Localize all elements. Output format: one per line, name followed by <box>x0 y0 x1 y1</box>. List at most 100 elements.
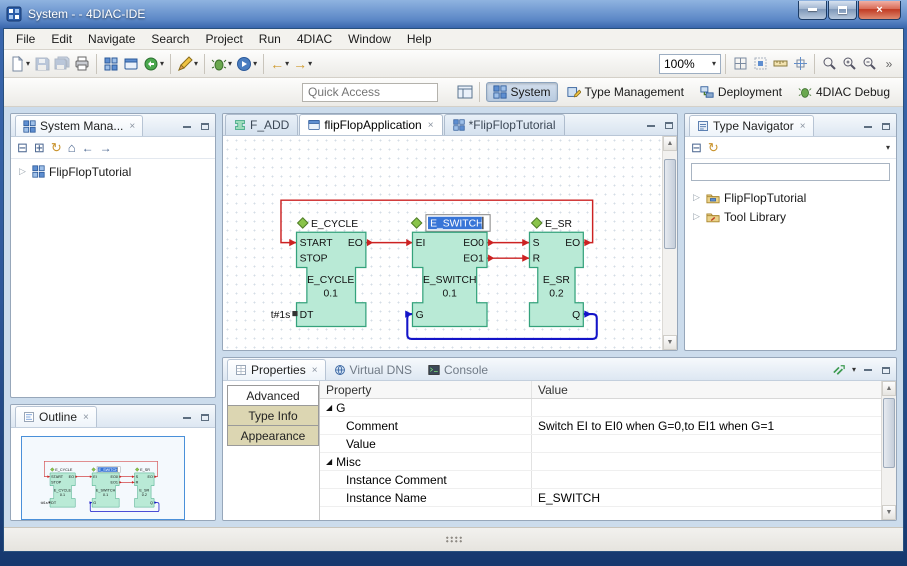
fb-e-switch[interactable]: E_SWITCH EI EO0 EO1 E_SWITCH 0.1 G <box>410 214 491 328</box>
ruler-toggle-button[interactable] <box>770 53 790 75</box>
group-expanded-icon[interactable]: ◢ <box>326 457 332 466</box>
property-value[interactable] <box>532 471 881 488</box>
fbd-editor-canvas[interactable]: E_CYCLE START STOP EO E_CYCLE 0.1 t#1s D… <box>223 136 662 350</box>
fb-e-sr[interactable]: E_SR S R EO E_SR 0.2 Q <box>528 217 584 328</box>
fb-rename-input[interactable]: E_SWITCH <box>425 214 491 232</box>
property-value[interactable] <box>532 399 881 416</box>
property-row-g[interactable]: ◢ G <box>320 399 881 417</box>
port-label[interactable]: R <box>533 253 540 264</box>
expand-arrow-icon[interactable]: ▷ <box>693 192 702 203</box>
scroll-up-button[interactable]: ▲ <box>663 136 677 151</box>
scroll-up-button[interactable]: ▲ <box>882 381 896 396</box>
side-tab-advanced[interactable]: Advanced <box>227 385 319 406</box>
maximize-view-button[interactable] <box>879 121 892 132</box>
tab-outline[interactable]: Outline × <box>15 406 97 427</box>
expand-arrow-icon[interactable]: ▷ <box>19 166 28 177</box>
type-filter-input[interactable] <box>691 163 890 181</box>
close-view-icon[interactable]: × <box>83 412 89 423</box>
property-row-misc[interactable]: ◢ Misc <box>320 453 881 471</box>
outline-viewport[interactable] <box>21 436 185 520</box>
maximize-button[interactable] <box>828 0 857 20</box>
fb-instance-name[interactable]: E_SR <box>545 219 572 230</box>
scroll-track[interactable] <box>663 151 677 335</box>
side-tab-appearance[interactable]: Appearance <box>227 425 319 446</box>
port-label[interactable]: Q <box>572 310 580 321</box>
minimize-view-button[interactable] <box>861 365 874 376</box>
scroll-down-button[interactable]: ▼ <box>882 505 896 520</box>
tab-system-management[interactable]: System Mana... × <box>15 115 144 136</box>
refresh-types-button[interactable]: ▾ <box>141 53 166 75</box>
dt-value-label[interactable]: t#1s <box>271 310 291 321</box>
close-view-icon[interactable]: × <box>312 365 318 376</box>
minimize-button[interactable] <box>798 0 827 20</box>
menu-file[interactable]: File <box>8 30 43 48</box>
scroll-down-button[interactable]: ▼ <box>663 335 677 350</box>
connection-paint-button[interactable]: ▾ <box>175 53 200 75</box>
maximize-view-button[interactable] <box>879 365 892 376</box>
new-wizard-button[interactable]: ▾ <box>8 53 32 75</box>
editor-tab-flipfloptutorial[interactable]: *FlipFlopTutorial <box>443 114 565 135</box>
zoom-out-button[interactable] <box>859 53 879 75</box>
port-label[interactable]: START <box>300 238 334 249</box>
print-button[interactable] <box>72 53 92 75</box>
new-application-button[interactable] <box>121 53 141 75</box>
minimize-view-button[interactable] <box>180 121 193 132</box>
properties-vertical-scrollbar[interactable]: ▲ ▼ <box>881 381 896 520</box>
close-button[interactable]: × <box>858 0 901 20</box>
port-label[interactable]: S <box>533 238 540 249</box>
property-row-instance-comment[interactable]: Instance Comment <box>320 471 881 489</box>
property-value[interactable]: E_SWITCH <box>532 489 881 506</box>
refresh-button[interactable]: ↻ <box>51 141 62 154</box>
minimize-editor-button[interactable] <box>644 120 657 131</box>
open-perspective-button[interactable] <box>455 81 475 103</box>
menu-run[interactable]: Run <box>251 30 289 48</box>
editor-tab-flipflopapplication[interactable]: flipFlopApplication × <box>299 114 443 135</box>
close-tab-icon[interactable]: × <box>428 120 434 131</box>
perspective-deployment[interactable]: Deployment <box>693 82 789 102</box>
menu-edit[interactable]: Edit <box>43 30 80 48</box>
fb-instance-name[interactable]: E_CYCLE <box>311 219 358 230</box>
tab-virtual-dns[interactable]: Virtual DNS <box>326 359 420 380</box>
port-label[interactable]: STOP <box>300 253 328 264</box>
zoom-fit-button[interactable] <box>819 53 839 75</box>
new-system-button[interactable] <box>101 53 121 75</box>
tab-type-navigator[interactable]: Type Navigator × <box>689 115 814 136</box>
side-tab-type-info[interactable]: Type Info <box>227 405 319 426</box>
zoom-combo[interactable]: 100% ▾ <box>659 53 721 74</box>
save-all-button[interactable] <box>52 53 72 75</box>
port-label[interactable]: EI <box>416 238 426 249</box>
menu-4diac[interactable]: 4DIAC <box>289 30 340 48</box>
port-label[interactable]: EO <box>565 238 580 249</box>
property-row-value[interactable]: Value <box>320 435 881 453</box>
property-value[interactable]: Switch EI to EI0 when G=0,to EI1 when G=… <box>532 417 881 434</box>
property-value[interactable] <box>532 435 881 452</box>
view-menu-icon[interactable]: ▾ <box>852 366 856 374</box>
close-view-icon[interactable]: × <box>800 121 806 132</box>
back-button[interactable]: ← ▾ <box>268 53 291 75</box>
property-value[interactable] <box>532 453 881 470</box>
snap-to-grid-button[interactable] <box>750 53 770 75</box>
scroll-track[interactable] <box>882 396 896 505</box>
maximize-view-button[interactable] <box>198 412 211 423</box>
collapse-all-button[interactable]: ⊟ <box>17 141 28 154</box>
back-nav-button[interactable]: ← <box>82 142 94 154</box>
close-view-icon[interactable]: × <box>129 121 135 132</box>
debug-launch-button[interactable]: ▾ <box>209 53 234 75</box>
zoom-in-button[interactable] <box>839 53 859 75</box>
maximize-editor-button[interactable] <box>662 120 675 131</box>
link-with-editor-icon[interactable] <box>832 364 846 376</box>
menu-project[interactable]: Project <box>197 30 250 48</box>
editor-vertical-scrollbar[interactable]: ▲ ▼ <box>662 136 677 350</box>
forward-button[interactable]: → ▾ <box>291 53 314 75</box>
minimize-view-button[interactable] <box>180 412 193 423</box>
expand-all-button[interactable]: ⊞ <box>34 141 45 154</box>
perspective-system[interactable]: System <box>485 82 558 102</box>
editor-tab-f-add[interactable]: F_ADD <box>225 114 299 135</box>
minimize-view-button[interactable] <box>861 121 874 132</box>
tab-properties[interactable]: Properties × <box>227 359 326 380</box>
column-header-value[interactable]: Value <box>532 381 881 398</box>
home-button[interactable]: ⌂ <box>68 141 76 154</box>
maximize-view-button[interactable] <box>198 121 211 132</box>
scroll-thumb[interactable] <box>664 159 676 249</box>
perspective-type-management[interactable]: Type Management <box>560 82 691 102</box>
